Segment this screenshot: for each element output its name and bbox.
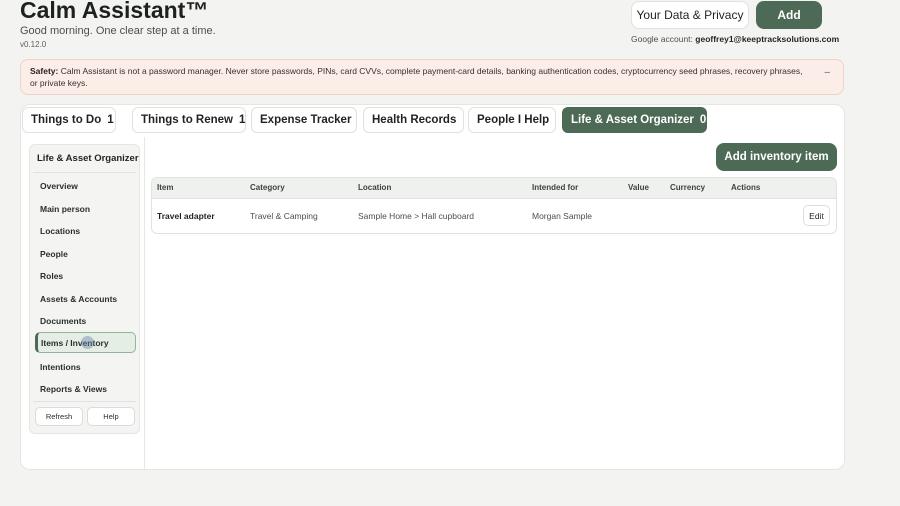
column-header-item: Item — [157, 183, 174, 192]
safety-text: Calm Assistant is not a password manager… — [30, 66, 803, 88]
sidebar-item-items-inventory[interactable]: Items / Inventory — [35, 332, 136, 353]
account-label: Google account: — [631, 34, 693, 44]
safety-label: Safety: — [30, 66, 59, 76]
tab-health-records[interactable]: Health Records — [363, 107, 464, 133]
add-button[interactable]: Add — [756, 1, 822, 29]
tab-people-i-help[interactable]: People I Help — [468, 107, 556, 133]
safety-banner: Safety: Calm Assistant is not a password… — [20, 59, 844, 95]
sidebar-title: Life & Asset Organizer — [37, 153, 139, 164]
table-row: Travel adapter Travel & Camping Sample H… — [152, 199, 836, 233]
sidebar-item-assets-accounts[interactable]: Assets & Accounts — [35, 288, 136, 309]
safety-dismiss-button[interactable]: – — [824, 67, 830, 79]
cell-intended-for: Morgan Sample — [532, 211, 593, 221]
column-header-actions: Actions — [731, 183, 761, 192]
sidebar-item-roles[interactable]: Roles — [35, 265, 136, 286]
divider — [33, 172, 136, 173]
tab-count: 1 — [107, 114, 114, 126]
column-header-currency: Currency — [670, 183, 706, 192]
column-header-intended-for: Intended for — [532, 183, 579, 192]
tab-label: Things to Renew — [141, 114, 233, 126]
cell-location: Sample Home > Hall cupboard — [358, 211, 474, 221]
tab-count: 1 — [239, 114, 246, 126]
app-subtitle: Good morning. One clear step at a time. — [20, 25, 216, 37]
sidebar-item-intentions[interactable]: Intentions — [35, 356, 136, 377]
account-email: geoffrey1@keeptracksolutions.com — [695, 34, 840, 44]
app-title: Calm Assistant™ — [20, 0, 209, 23]
sidebar-item-documents[interactable]: Documents — [35, 310, 136, 331]
tab-label: People I Help — [477, 114, 550, 126]
divider — [33, 401, 136, 402]
sidebar-item-main-person[interactable]: Main person — [35, 198, 136, 219]
table-header: Item Category Location Intended for Valu… — [152, 178, 836, 199]
add-inventory-item-button[interactable]: Add inventory item — [716, 143, 837, 171]
mouse-cursor — [81, 336, 94, 349]
cell-category: Travel & Camping — [250, 211, 318, 221]
inventory-table: Item Category Location Intended for Valu… — [151, 177, 837, 234]
sidebar-item-people[interactable]: People — [35, 243, 136, 264]
app-version: v0.12.0 — [20, 40, 47, 49]
tab-count: 0 — [699, 114, 707, 126]
edit-button[interactable]: Edit — [803, 205, 830, 226]
sidebar-item-overview[interactable]: Overview — [35, 175, 136, 196]
refresh-button[interactable]: Refresh — [35, 407, 83, 426]
sidebar: Life & Asset Organizer Overview Main per… — [29, 144, 140, 434]
sidebar-item-locations[interactable]: Locations — [35, 220, 136, 241]
tab-life-asset-organizer[interactable]: Life & Asset Organizer 0 — [562, 107, 707, 133]
tab-label: Things to Do — [31, 114, 102, 126]
sidebar-item-label: Items / Inventory — [41, 337, 109, 348]
tab-things-to-renew[interactable]: Things to Renew 1 — [132, 107, 246, 133]
column-header-location: Location — [358, 183, 392, 192]
tab-label: Expense Tracker — [260, 114, 352, 126]
main-card: Things to Do 1 Things to Renew 1 Expense… — [20, 104, 845, 471]
tab-things-to-do[interactable]: Things to Do 1 — [22, 107, 116, 133]
column-header-value: Value — [628, 183, 649, 192]
tab-label: Health Records — [372, 114, 457, 126]
privacy-button[interactable]: Your Data & Privacy — [631, 1, 749, 29]
sidebar-divider — [144, 137, 145, 471]
tab-label: Life & Asset Organizer — [571, 114, 694, 126]
sidebar-item-reports-views[interactable]: Reports & Views — [35, 378, 136, 399]
column-header-category: Category — [250, 183, 285, 192]
account-info: Google account: geoffrey1@keeptracksolut… — [631, 34, 839, 44]
help-button[interactable]: Help — [87, 407, 135, 426]
tab-expense-tracker[interactable]: Expense Tracker — [251, 107, 357, 133]
cell-item: Travel adapter — [157, 211, 215, 221]
